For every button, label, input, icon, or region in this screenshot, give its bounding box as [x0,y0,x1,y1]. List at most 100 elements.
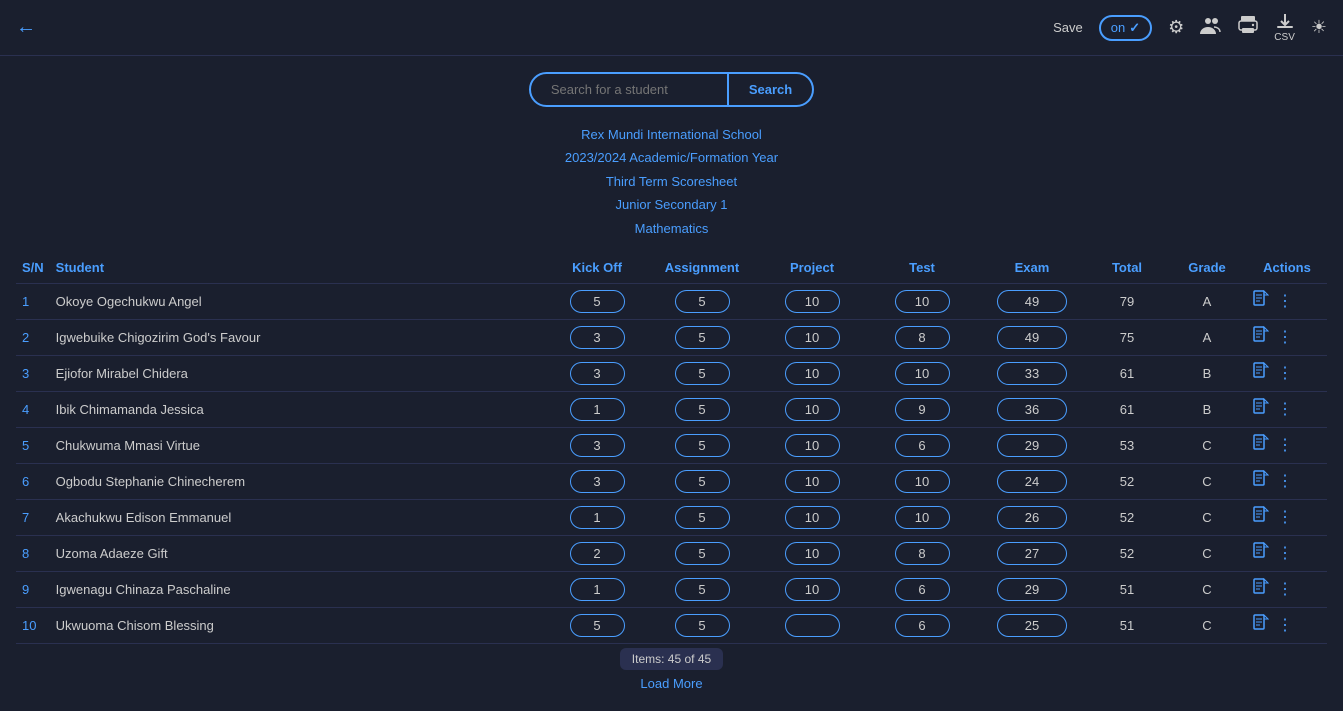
exam-input[interactable] [997,614,1067,637]
kickoff-input[interactable] [570,578,625,601]
assignment-input[interactable] [675,470,730,493]
test-input[interactable] [895,614,950,637]
people-button[interactable] [1200,16,1222,39]
exam-input[interactable] [997,362,1067,385]
total-value: 51 [1087,607,1167,643]
document-icon[interactable] [1253,614,1269,637]
student-name: Uzoma Adaeze Gift [50,535,547,571]
test-input[interactable] [895,398,950,421]
row-sn: 4 [16,391,50,427]
more-options-icon[interactable]: ⋮ [1277,363,1293,383]
load-more-button[interactable]: Load More [16,672,1327,695]
document-icon[interactable] [1253,470,1269,493]
document-icon[interactable] [1253,434,1269,457]
more-options-icon[interactable]: ⋮ [1277,615,1293,635]
search-input[interactable] [529,72,729,107]
exam-input[interactable] [997,398,1067,421]
search-button[interactable]: Search [729,72,814,107]
action-buttons: ⋮ [1253,614,1321,637]
exam-input[interactable] [997,290,1067,313]
actions-cell: ⋮ [1247,499,1327,535]
actions-cell: ⋮ [1247,427,1327,463]
exam-input[interactable] [997,470,1067,493]
test-input[interactable] [895,326,950,349]
brightness-button[interactable]: ☀ [1311,17,1327,38]
project-input[interactable] [785,398,840,421]
kickoff-input[interactable] [570,614,625,637]
exam-input[interactable] [997,326,1067,349]
document-icon[interactable] [1253,290,1269,313]
csv-download-button[interactable]: CSV [1274,13,1295,43]
project-input[interactable] [785,614,840,637]
more-options-icon[interactable]: ⋮ [1277,327,1293,347]
score-table: S/N Student Kick Off Assignment Project … [16,252,1327,644]
back-button[interactable]: ← [16,16,36,39]
assignment-cell [647,283,757,319]
more-options-icon[interactable]: ⋮ [1277,399,1293,419]
print-button[interactable] [1238,16,1258,39]
more-options-icon[interactable]: ⋮ [1277,579,1293,599]
document-icon[interactable] [1253,362,1269,385]
more-options-icon[interactable]: ⋮ [1277,435,1293,455]
school-info: Rex Mundi International School 2023/2024… [16,123,1327,240]
actions-cell: ⋮ [1247,319,1327,355]
more-options-icon[interactable]: ⋮ [1277,471,1293,491]
assignment-input[interactable] [675,362,730,385]
exam-input[interactable] [997,578,1067,601]
project-input[interactable] [785,578,840,601]
test-input[interactable] [895,434,950,457]
kickoff-input[interactable] [570,434,625,457]
table-row: 9 Igwenagu Chinaza Paschaline 51 C [16,571,1327,607]
exam-input[interactable] [997,434,1067,457]
action-buttons: ⋮ [1253,578,1321,601]
project-input[interactable] [785,434,840,457]
project-input[interactable] [785,506,840,529]
document-icon[interactable] [1253,542,1269,565]
assignment-input[interactable] [675,578,730,601]
assignment-input[interactable] [675,398,730,421]
project-input[interactable] [785,290,840,313]
project-input[interactable] [785,542,840,565]
project-input[interactable] [785,326,840,349]
kickoff-input[interactable] [570,290,625,313]
project-input[interactable] [785,470,840,493]
kickoff-input[interactable] [570,506,625,529]
project-input[interactable] [785,362,840,385]
assignment-input[interactable] [675,614,730,637]
row-sn: 8 [16,535,50,571]
kickoff-input[interactable] [570,398,625,421]
test-input[interactable] [895,542,950,565]
kickoff-input[interactable] [570,362,625,385]
test-input[interactable] [895,362,950,385]
document-icon[interactable] [1253,578,1269,601]
test-cell [867,355,977,391]
test-input[interactable] [895,506,950,529]
assignment-input[interactable] [675,434,730,457]
document-icon[interactable] [1253,398,1269,421]
settings-button[interactable]: ⚙ [1168,17,1184,38]
kickoff-input[interactable] [570,326,625,349]
test-input[interactable] [895,578,950,601]
exam-input[interactable] [997,506,1067,529]
test-input[interactable] [895,290,950,313]
test-input[interactable] [895,470,950,493]
project-cell [757,463,867,499]
kickoff-input[interactable] [570,542,625,565]
more-options-icon[interactable]: ⋮ [1277,291,1293,311]
document-icon[interactable] [1253,506,1269,529]
more-options-icon[interactable]: ⋮ [1277,543,1293,563]
grade-value: C [1167,463,1247,499]
assignment-input[interactable] [675,326,730,349]
row-sn: 10 [16,607,50,643]
toggle-button[interactable]: on ✓ [1099,15,1152,41]
assignment-input[interactable] [675,542,730,565]
exam-input[interactable] [997,542,1067,565]
assignment-input[interactable] [675,506,730,529]
assignment-input[interactable] [675,290,730,313]
assignment-cell [647,355,757,391]
kickoff-cell [547,283,647,319]
more-options-icon[interactable]: ⋮ [1277,507,1293,527]
exam-cell [977,355,1087,391]
kickoff-input[interactable] [570,470,625,493]
document-icon[interactable] [1253,326,1269,349]
